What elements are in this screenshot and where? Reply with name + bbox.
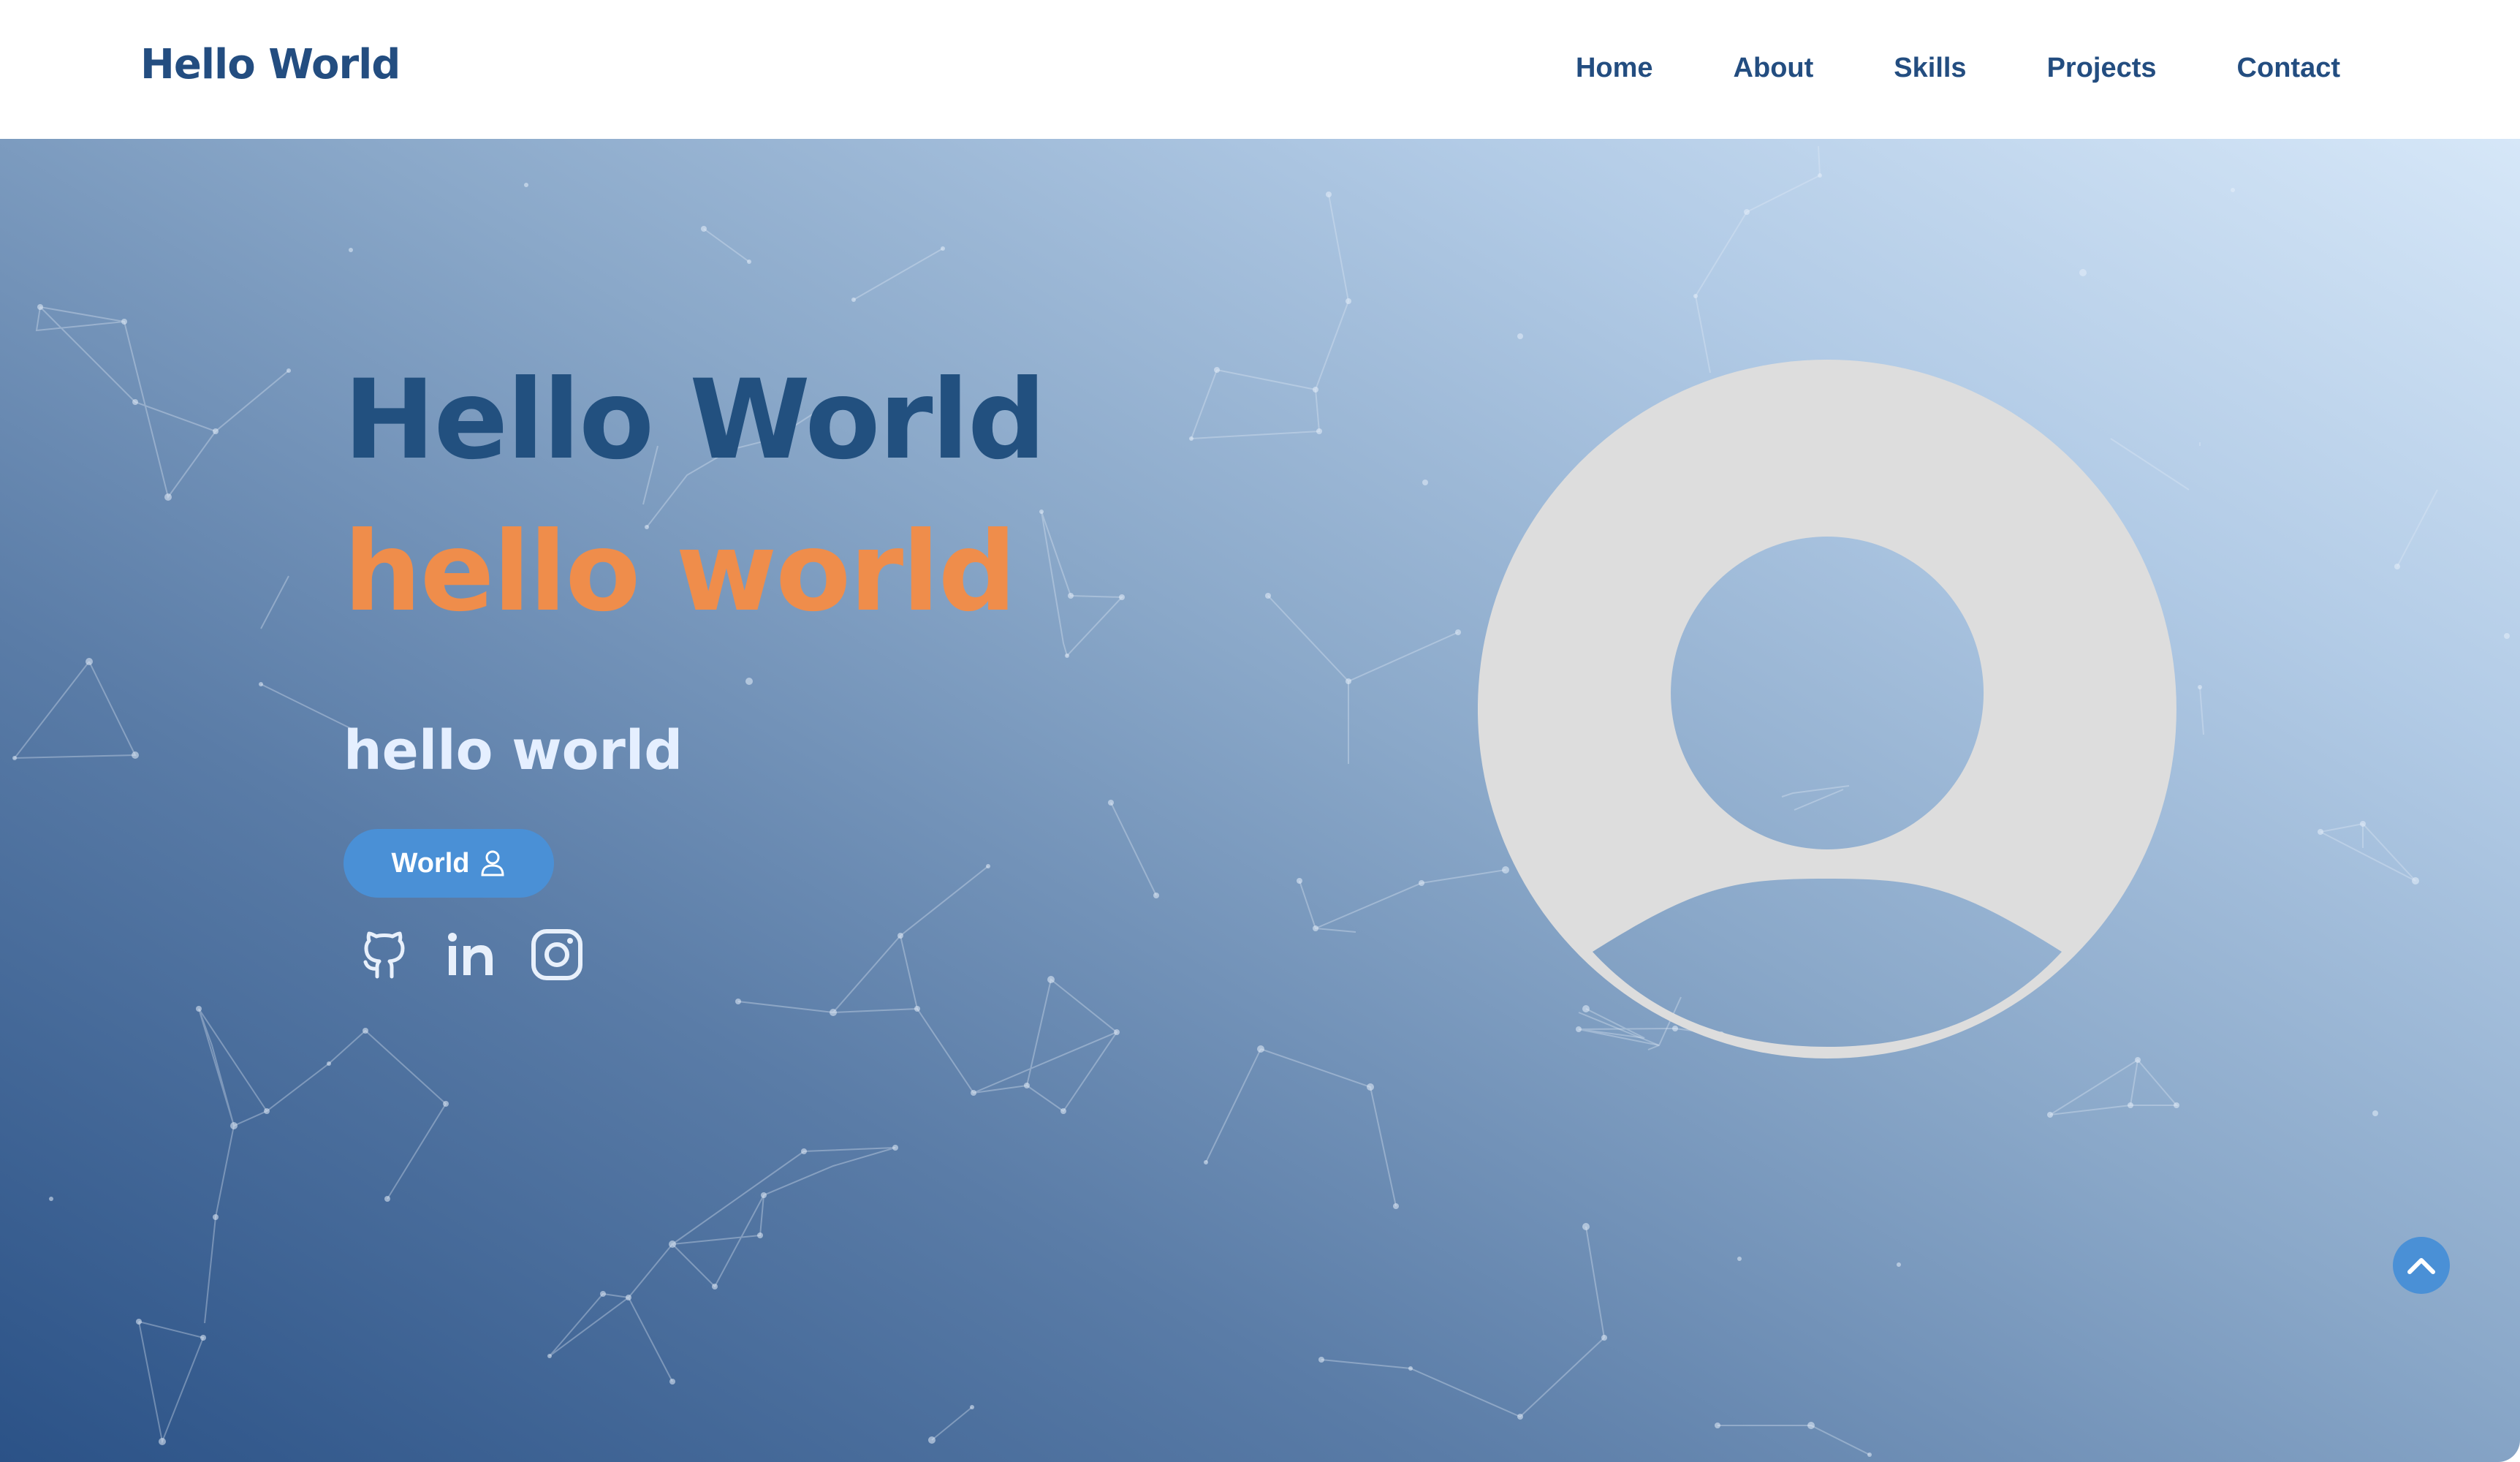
brand-logo-text[interactable]: Hello World bbox=[140, 41, 401, 88]
nav-link-home[interactable]: Home bbox=[1576, 53, 1653, 84]
linkedin-icon[interactable] bbox=[443, 927, 498, 982]
nav-links: Home About Skills Projects Contact bbox=[1495, 53, 2340, 84]
instagram-icon[interactable] bbox=[529, 927, 585, 982]
avatar-placeholder-icon bbox=[1477, 360, 2176, 1058]
nav-link-about[interactable]: About bbox=[1734, 53, 1814, 84]
user-icon bbox=[481, 850, 504, 876]
nav-link-projects[interactable]: Projects bbox=[2047, 53, 2157, 84]
hero-title: Hello World bbox=[344, 357, 1046, 484]
profile-avatar bbox=[1477, 360, 2176, 1058]
world-button-label: World bbox=[391, 847, 470, 879]
nav-link-contact[interactable]: Contact bbox=[2237, 53, 2340, 84]
hero-subtitle: hello world bbox=[344, 719, 683, 782]
scroll-to-top-button[interactable] bbox=[2393, 1237, 2450, 1294]
hero-title-accent: hello world bbox=[344, 509, 1017, 636]
top-navbar: Hello World Home About Skills Projects C… bbox=[0, 0, 2520, 139]
nav-link-skills[interactable]: Skills bbox=[1894, 53, 1966, 84]
hero-section: Hello World hello world hello world Worl… bbox=[0, 139, 2520, 1462]
social-links bbox=[357, 927, 585, 982]
github-icon[interactable] bbox=[357, 927, 412, 982]
world-button[interactable]: World bbox=[344, 829, 554, 898]
chevron-up-icon bbox=[2407, 1258, 2435, 1274]
